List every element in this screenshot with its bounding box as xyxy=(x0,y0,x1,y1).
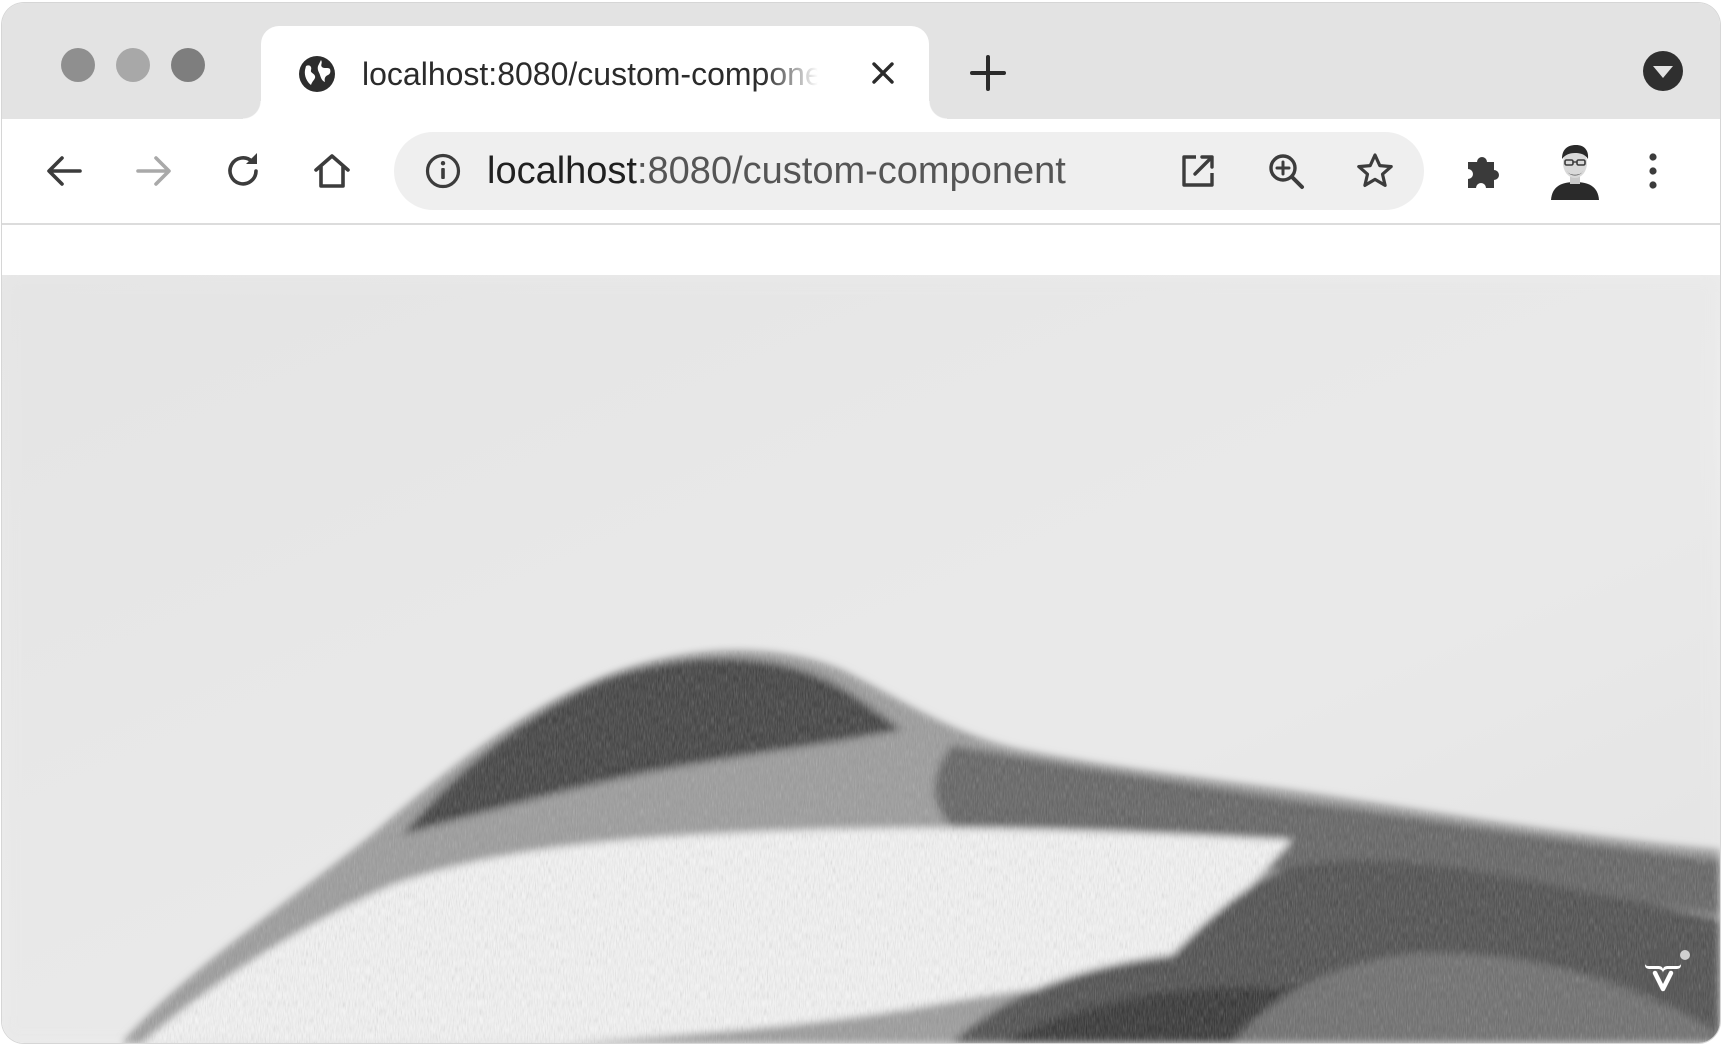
address-bar[interactable]: localhost:8080/custom-component xyxy=(394,132,1424,210)
new-tab-plus-icon[interactable] xyxy=(968,53,1008,93)
tab-search-dropdown-icon[interactable] xyxy=(1643,51,1683,91)
info-icon[interactable] xyxy=(424,152,462,190)
zoom-icon[interactable] xyxy=(1266,151,1306,191)
window-close-dot[interactable] xyxy=(61,48,95,82)
tab-title: localhost:8080/custom-component xyxy=(362,56,818,92)
active-tab[interactable]: localhost:8080/custom-component xyxy=(243,26,947,119)
kebab-menu-icon[interactable] xyxy=(1641,149,1665,193)
url-text[interactable]: localhost:8080/custom-component xyxy=(487,146,1066,196)
page-viewport xyxy=(2,225,1720,1043)
profile-avatar[interactable] xyxy=(1547,142,1603,200)
close-icon[interactable] xyxy=(868,58,898,88)
home-icon[interactable] xyxy=(310,149,354,193)
vaadin-logo-icon[interactable] xyxy=(1635,945,1695,1001)
star-icon[interactable] xyxy=(1355,151,1395,191)
toolbar: localhost:8080/custom-component xyxy=(2,119,1720,225)
tab-strip: localhost:8080/custom-component xyxy=(2,3,1720,119)
browser-window: localhost:8080/custom-component localhos… xyxy=(2,3,1720,1043)
window-minimize-dot[interactable] xyxy=(116,48,150,82)
forward-arrow-icon[interactable] xyxy=(132,149,176,193)
url-path: :8080/custom-component xyxy=(636,150,1066,192)
extensions-puzzle-icon[interactable] xyxy=(1462,148,1506,192)
url-host: localhost xyxy=(487,150,637,192)
globe-icon xyxy=(299,56,335,92)
window-maximize-dot[interactable] xyxy=(171,48,205,82)
back-arrow-icon[interactable] xyxy=(42,149,86,193)
animal-photo xyxy=(2,275,1720,1043)
open-in-new-icon[interactable] xyxy=(1178,151,1218,191)
reload-icon[interactable] xyxy=(221,149,265,193)
